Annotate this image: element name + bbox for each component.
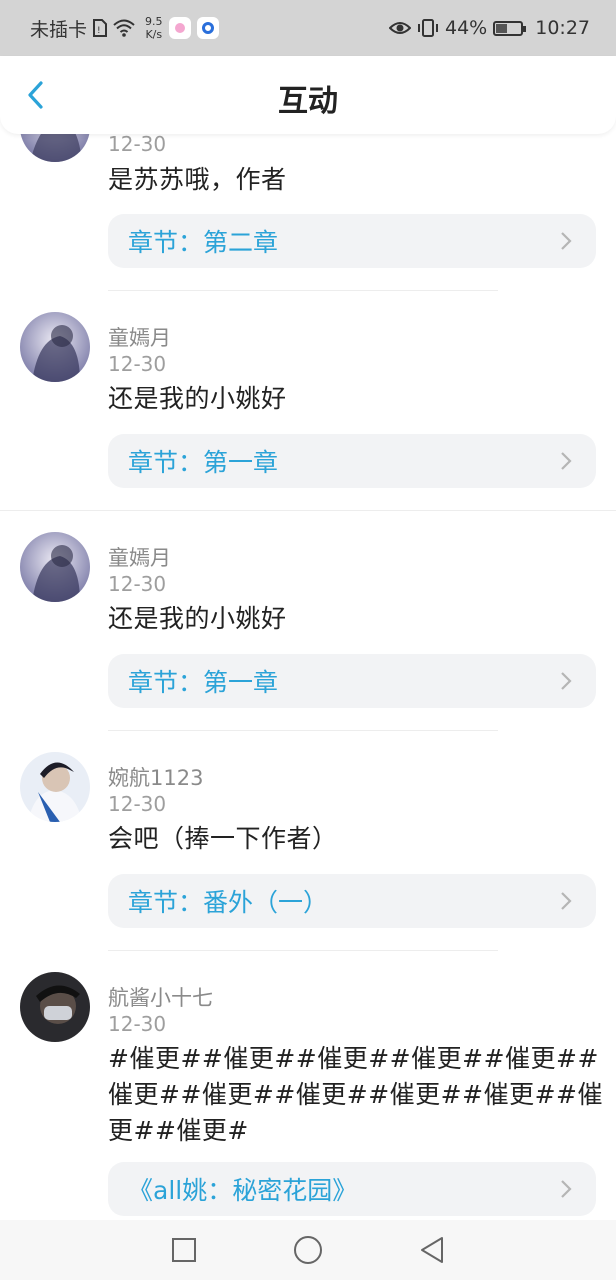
comment-date: 12-30: [108, 792, 167, 816]
comment-text: 还是我的小姚好: [108, 384, 287, 413]
comment-text: 是苏苏哦，作者: [108, 165, 287, 194]
comment-item: 童嫣月 12-30 还是我的小姚好 章节：第一章: [0, 290, 616, 511]
chapter-label: 章节：番外（一）: [128, 888, 329, 917]
comment-text: #催更##催更##催更##催更##催更##催更##催更##催更##催更##催更#…: [108, 1044, 603, 1145]
username[interactable]: 航酱小十七: [108, 982, 213, 1012]
comment-item: 婉航1123 12-30 会吧（捧一下作者） 章节：番外（一）: [0, 730, 616, 951]
avatar[interactable]: [20, 752, 90, 822]
home-button[interactable]: [293, 1235, 323, 1265]
avatar[interactable]: [20, 312, 90, 382]
status-bar: 未插卡 ! 9.5 K/s 44% 10:27: [0, 0, 616, 56]
header-bar: 互动: [0, 56, 616, 134]
comment-item: 航酱小十七 12-30 #催更##催更##催更##催更##催更##催更##催更#…: [0, 950, 616, 1220]
svg-text:!: !: [97, 26, 101, 36]
back-nav-button[interactable]: [419, 1236, 445, 1264]
page-title: 互动: [278, 84, 338, 119]
comment-item: 童嫣月 12-30 还是我的小姚好 章节：第一章: [0, 510, 616, 731]
vibrate-icon: [418, 19, 438, 37]
carrier-label: 未插卡: [30, 18, 88, 41]
battery-icon: [493, 20, 527, 36]
system-nav-bar: [0, 1220, 616, 1280]
chapter-link[interactable]: 章节：番外（一）: [108, 874, 596, 928]
avatar[interactable]: [20, 972, 90, 1042]
comment-text: 会吧（捧一下作者）: [108, 824, 338, 853]
username[interactable]: 婉航1123: [108, 762, 203, 792]
chevron-right-icon: [561, 452, 572, 470]
chapter-label: 章节：第二章: [128, 228, 279, 257]
comment-feed[interactable]: 12-30 是苏苏哦，作者 章节：第二章 童嫣月 12-30 还是我的小姚好 章…: [0, 56, 616, 1220]
comment-date: 12-30: [108, 1012, 167, 1036]
comment-date: 12-30: [108, 352, 167, 376]
clock: 10:27: [535, 17, 590, 39]
wifi-icon: [113, 19, 135, 37]
username[interactable]: 童嫣月: [108, 322, 171, 352]
chevron-right-icon: [561, 672, 572, 690]
username[interactable]: 童嫣月: [108, 542, 171, 572]
chapter-link[interactable]: 《all姚：秘密花园》: [108, 1162, 596, 1216]
chevron-right-icon: [561, 1180, 572, 1198]
chapter-link[interactable]: 章节：第一章: [108, 654, 596, 708]
recent-apps-button[interactable]: [171, 1237, 197, 1263]
avatar[interactable]: [20, 532, 90, 602]
network-speed: 9.5 K/s: [145, 15, 163, 41]
chapter-link[interactable]: 章节：第一章: [108, 434, 596, 488]
chapter-label: 章节：第一章: [128, 668, 279, 697]
chevron-right-icon: [561, 892, 572, 910]
comment-text: 还是我的小姚好: [108, 604, 287, 633]
chevron-right-icon: [561, 232, 572, 250]
chapter-label: 章节：第一章: [128, 448, 279, 477]
eye-icon: [389, 22, 411, 34]
sim-icon: !: [93, 19, 108, 37]
app-notification-icon: [168, 17, 191, 39]
battery-percent: 44%: [445, 17, 488, 39]
comment-date: 12-30: [108, 132, 167, 156]
book-title-label: 《all姚：秘密花园》: [128, 1176, 358, 1205]
chapter-link[interactable]: 章节：第二章: [108, 214, 596, 268]
comment-date: 12-30: [108, 572, 167, 596]
app-notification-icon: [196, 17, 219, 39]
